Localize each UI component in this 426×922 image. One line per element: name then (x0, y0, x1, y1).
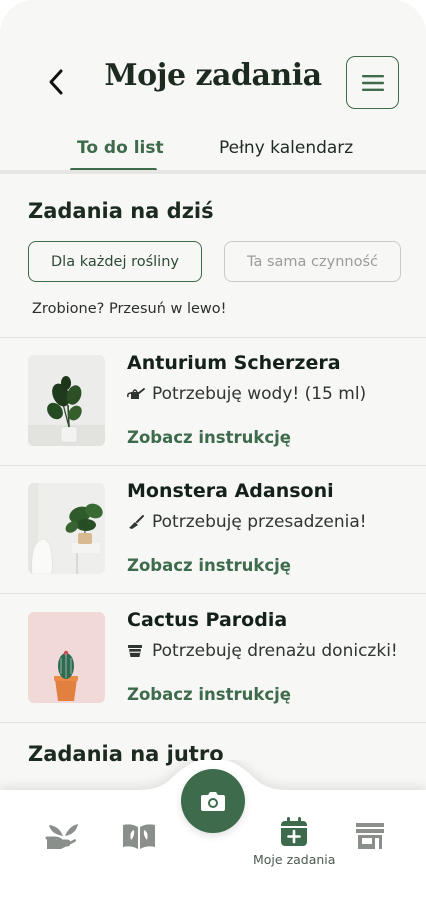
nav-my-tasks-label: Moje zadania (253, 852, 336, 867)
divider (0, 722, 426, 723)
plant-photo-anturium (28, 355, 105, 446)
store-icon (356, 823, 384, 849)
today-section-title: Zadania na dziś (28, 199, 214, 223)
watering-can-icon (127, 385, 147, 403)
task-need: Potrzebuję przesadzenia! (127, 512, 367, 532)
task-need: Potrzebuję drenażu doniczki! (127, 641, 398, 661)
see-instructions-link[interactable]: Zobacz instrukcję (127, 556, 291, 575)
task-need: Potrzebuję wody! (15 ml) (127, 384, 366, 404)
nav-store[interactable] (355, 822, 385, 850)
task-need-text: Potrzebuję wody! (15 ml) (152, 384, 367, 404)
see-instructions-link[interactable]: Zobacz instrukcję (127, 428, 291, 447)
task-row[interactable]: Anturium Scherzera Potrzebuję wody! (15 … (0, 337, 426, 465)
filter-each-plant-button[interactable]: Dla każdej rośliny (28, 241, 202, 282)
nav-plants[interactable] (45, 822, 79, 850)
calendar-plus-icon (281, 817, 308, 846)
task-plant-name: Anturium Scherzera (127, 352, 341, 374)
filter-same-activity-button[interactable]: Ta sama czynność (224, 241, 401, 282)
tab-todo-list[interactable]: To do list (77, 138, 164, 158)
bottom-navigation: Moje zadania (0, 760, 426, 922)
camera-icon (201, 792, 225, 811)
see-instructions-link[interactable]: Zobacz instrukcję (127, 685, 291, 704)
plant-hand-icon (45, 824, 78, 849)
task-need-text: Potrzebuję przesadzenia! (152, 512, 367, 532)
drainage-icon (127, 642, 147, 660)
hamburger-menu-icon (361, 74, 384, 91)
swipe-hint: Zrobione? Przesuń w lewo! (32, 301, 227, 317)
camera-button[interactable] (181, 769, 245, 833)
nav-my-tasks[interactable]: Moje zadania (253, 816, 335, 867)
tabs-divider (0, 170, 426, 174)
header: Moje zadania To do list Pełny kalendarz (0, 0, 426, 176)
tab-full-calendar[interactable]: Pełny kalendarz (219, 138, 353, 158)
book-leaf-icon (123, 824, 155, 849)
menu-button[interactable] (346, 56, 399, 109)
plant-photo-cactus (28, 612, 105, 703)
trowel-icon (127, 513, 147, 531)
task-row[interactable]: Cactus Parodia Potrzebuję drenażu donicz… (0, 594, 426, 722)
nav-encyclopedia[interactable] (122, 822, 156, 850)
task-need-text: Potrzebuję drenażu doniczki! (152, 641, 398, 661)
phone-screen: Moje zadania To do list Pełny kalendarz … (0, 0, 426, 922)
task-plant-name: Monstera Adansoni (127, 480, 334, 502)
plant-photo-monstera (28, 483, 105, 574)
task-row[interactable]: Monstera Adansoni Potrzebuję przesadzeni… (0, 465, 426, 593)
task-plant-name: Cactus Parodia (127, 609, 288, 631)
